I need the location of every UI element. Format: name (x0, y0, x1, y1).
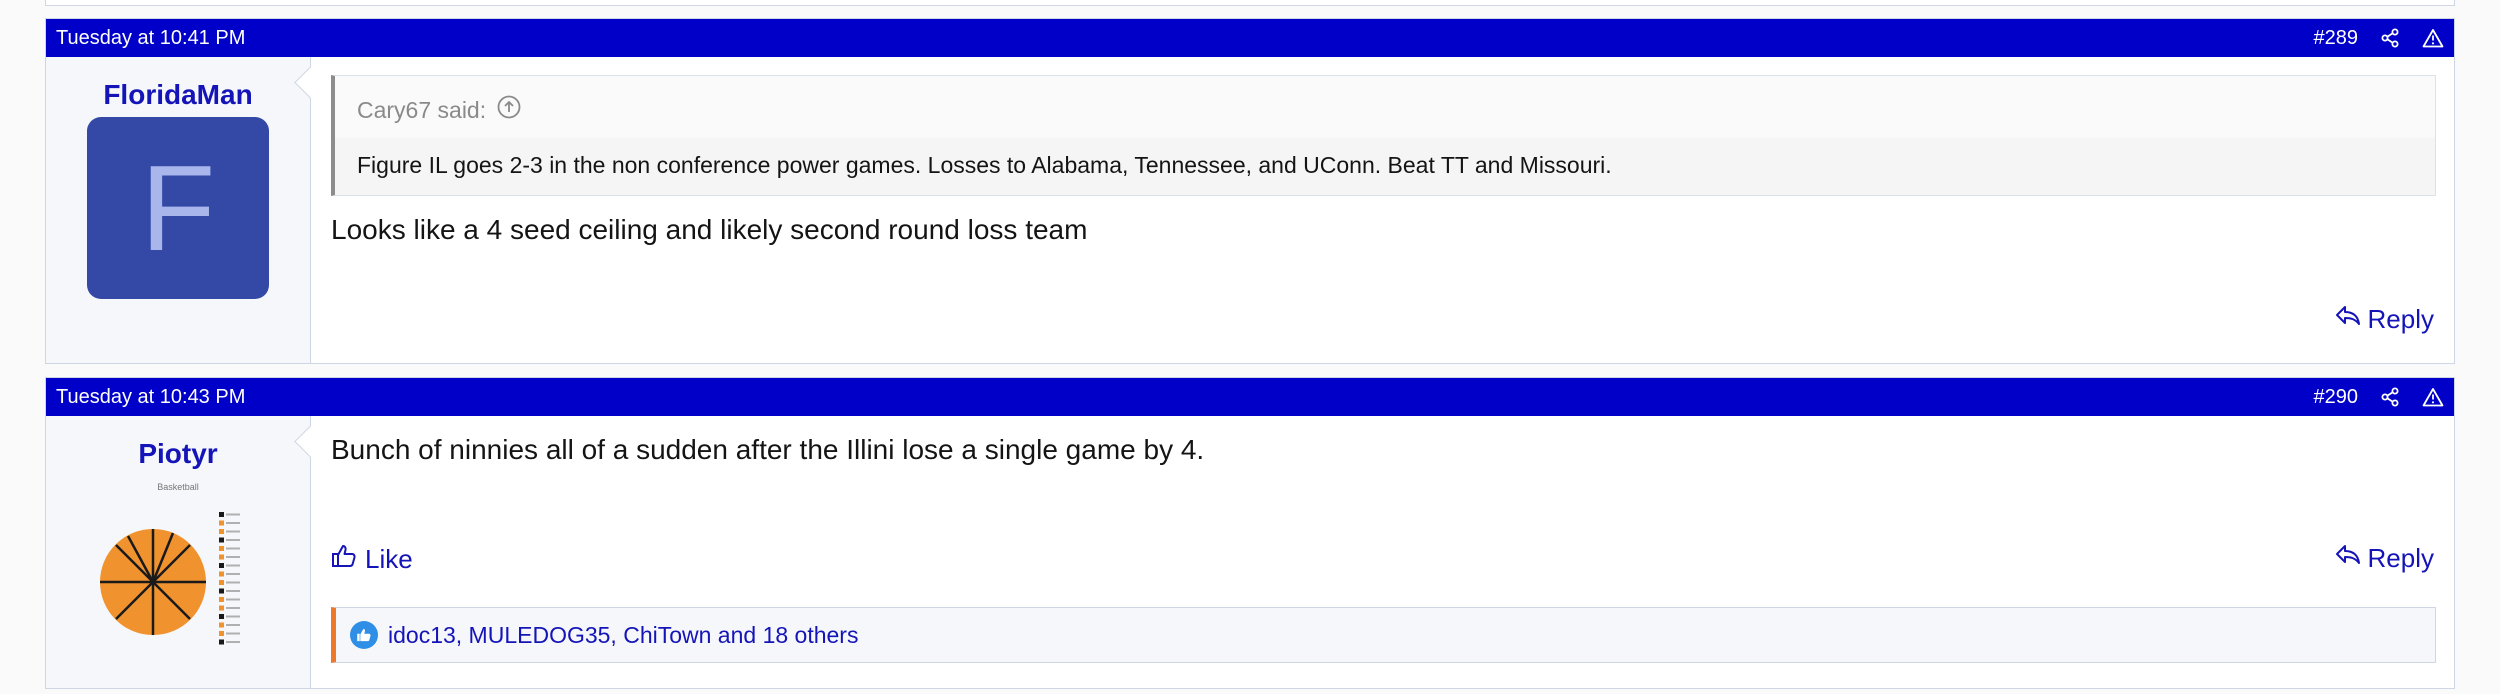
post-header-actions: #290 (2314, 386, 2445, 409)
reply-button[interactable]: Reply (2334, 543, 2434, 574)
post-number[interactable]: #289 (2314, 27, 2359, 50)
thumbs-up-icon (331, 543, 357, 576)
basketball-pie-icon (100, 512, 240, 645)
avatar[interactable] (98, 504, 258, 654)
share-icon[interactable] (2380, 387, 2400, 407)
post-message: Bunch of ninnies all of a sudden after t… (331, 434, 1205, 465)
avatar-legend-line (226, 547, 240, 550)
user-title: Basketball (157, 482, 199, 492)
quote-block: Cary67 said: Figure IL goes 2-3 in the n… (331, 75, 2436, 196)
post-body: FloridaMan F Cary67 said: Figure IL goes… (46, 57, 2454, 363)
like-button[interactable]: Like (331, 543, 413, 576)
post-content: Cary67 said: Figure IL goes 2-3 in the n… (311, 57, 2454, 363)
avatar-legend-swatch (219, 520, 224, 526)
avatar-legend-line (226, 522, 240, 524)
avatar-legend-line (226, 530, 240, 533)
reply-label: Reply (2367, 304, 2434, 334)
avatar-legend-swatch (219, 597, 224, 602)
post-header-actions: #289 (2314, 27, 2445, 50)
user-column: Piotyr Basketball (46, 416, 311, 688)
like-label: Like (365, 544, 413, 574)
post-header: Tuesday at 10:41 PM #289 (46, 19, 2454, 57)
post-body: Piotyr Basketball Bunch of ninnies all o… (46, 416, 2454, 688)
avatar-legend-swatch (219, 605, 224, 611)
post-message: Looks like a 4 seed ceiling and likely s… (331, 214, 1088, 245)
avatar-legend-line (226, 564, 240, 567)
reply-label: Reply (2367, 543, 2434, 573)
avatar-legend-line (226, 641, 240, 643)
report-icon[interactable] (2422, 387, 2444, 407)
post-content: Bunch of ninnies all of a sudden after t… (311, 416, 2454, 688)
avatar-legend-swatch (219, 622, 224, 628)
post-header: Tuesday at 10:43 PM #290 (46, 378, 2454, 416)
avatar-legend-swatch (219, 580, 224, 585)
avatar-legend-line (226, 590, 240, 592)
user-column: FloridaMan F (46, 57, 311, 363)
share-icon[interactable] (2380, 28, 2400, 48)
quote-author: Cary67 said: (357, 96, 487, 123)
username[interactable]: Piotyr (138, 438, 217, 470)
avatar-legend-line (226, 573, 240, 575)
like-reaction-icon (350, 621, 378, 649)
avatar-legend-swatch (219, 631, 224, 636)
avatar-legend-swatch (219, 529, 224, 534)
reply-icon (2334, 304, 2362, 335)
avatar-legend-line (226, 598, 240, 601)
post-number[interactable]: #290 (2314, 386, 2359, 409)
post-timestamp[interactable]: Tuesday at 10:41 PM (56, 27, 245, 50)
reactions-text[interactable]: idoc13, MULEDOG35, ChiTown and 18 others (388, 622, 858, 649)
avatar-legend-swatch (219, 563, 224, 568)
avatar-letter: F (140, 140, 216, 276)
avatar[interactable]: F (87, 117, 269, 299)
avatar-legend-line (226, 556, 240, 558)
avatar-legend-swatch (219, 546, 224, 551)
report-icon[interactable] (2422, 28, 2444, 48)
avatar-legend-line (226, 607, 240, 609)
username[interactable]: FloridaMan (103, 79, 252, 111)
avatar-legend-swatch (219, 512, 224, 517)
reply-icon (2334, 543, 2362, 574)
avatar-legend-line (226, 624, 240, 626)
reply-button[interactable]: Reply (2334, 304, 2434, 335)
previous-post-edge (45, 0, 2455, 6)
avatar-legend-swatch (219, 614, 224, 619)
avatar-legend-line (226, 632, 240, 635)
post-timestamp[interactable]: Tuesday at 10:43 PM (56, 386, 245, 409)
post-289: Tuesday at 10:41 PM #289 FloridaMan F Ca… (45, 18, 2455, 364)
avatar-legend-line (226, 581, 240, 584)
arrow-up-circle-icon[interactable] (496, 94, 522, 126)
post-290: Tuesday at 10:43 PM #290 Piotyr Basketba… (45, 377, 2455, 689)
reactions-bar[interactable]: idoc13, MULEDOG35, ChiTown and 18 others (331, 607, 2436, 663)
avatar-legend-line (226, 539, 240, 541)
avatar-legend-line (226, 513, 240, 516)
avatar-legend-swatch (219, 554, 224, 560)
avatar-legend-swatch (219, 571, 224, 577)
avatar-legend-swatch (219, 537, 224, 543)
quote-header: Cary67 said: (335, 76, 2435, 138)
avatar-legend-line (226, 615, 240, 618)
quote-text: Figure IL goes 2-3 in the non conference… (357, 152, 1612, 178)
avatar-legend-swatch (219, 639, 224, 645)
avatar-legend-swatch (219, 588, 224, 594)
